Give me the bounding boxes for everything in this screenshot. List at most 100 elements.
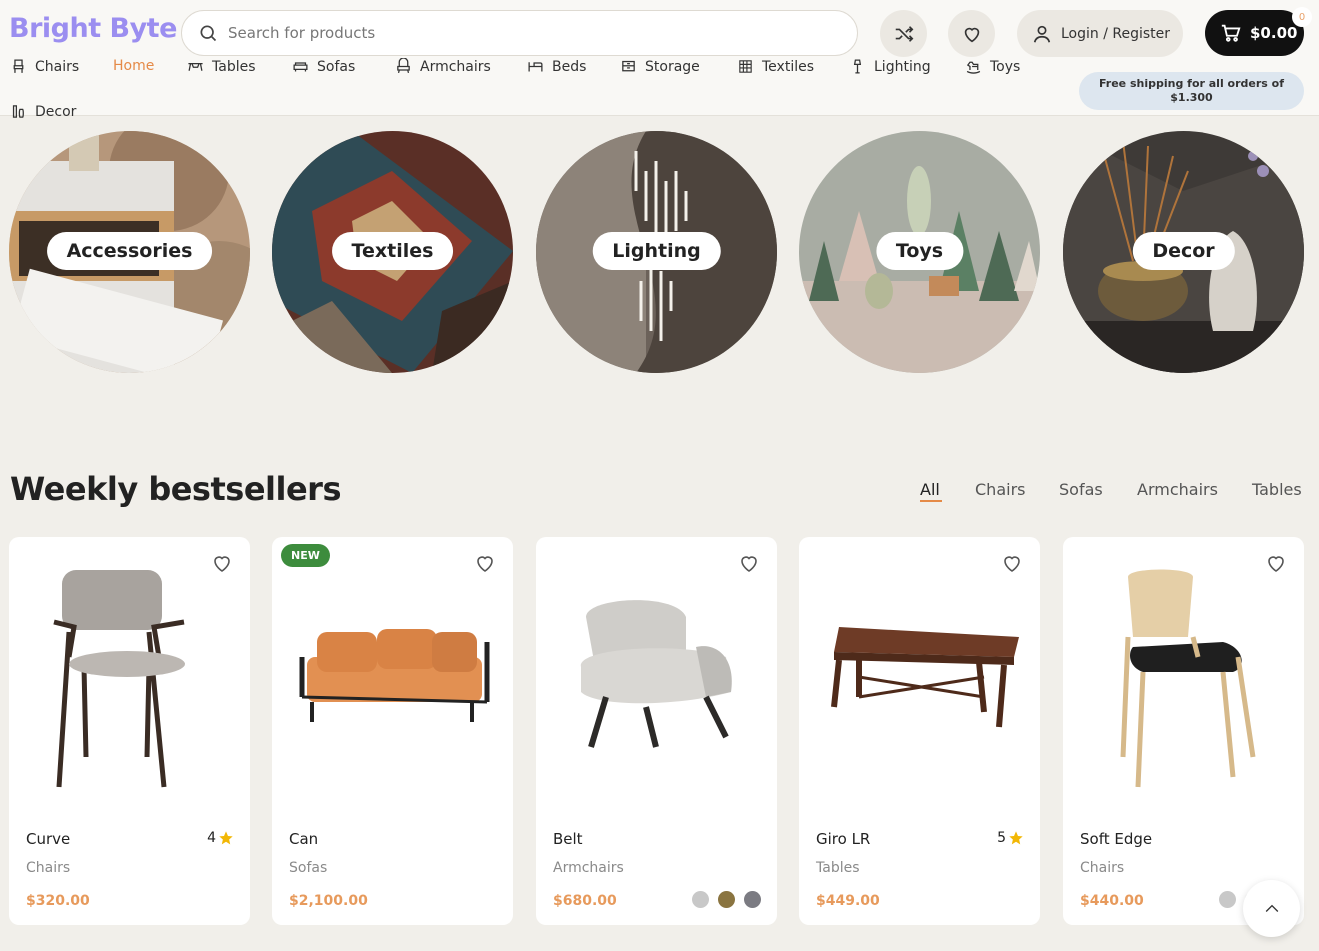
nav-item-storage[interactable]: Storage bbox=[620, 58, 700, 75]
category-label: Decor bbox=[1132, 232, 1235, 270]
product-name[interactable]: Can bbox=[289, 830, 318, 848]
sofa-icon bbox=[293, 62, 308, 72]
category-lighting[interactable]: Lighting bbox=[536, 131, 777, 373]
product-image bbox=[831, 627, 1019, 728]
product-category[interactable]: Chairs bbox=[1080, 860, 1124, 876]
product-price: $680.00 bbox=[553, 893, 617, 909]
nav-label: Home bbox=[113, 58, 155, 74]
product-card-can[interactable]: NEW Can Sofas $2,100.00 bbox=[272, 537, 513, 925]
rocking-horse-icon bbox=[966, 61, 981, 74]
chevron-up-icon bbox=[1265, 904, 1278, 912]
star-icon bbox=[219, 831, 233, 845]
heart-icon[interactable] bbox=[737, 551, 761, 575]
user-icon bbox=[1033, 25, 1051, 42]
category-toys[interactable]: Toys bbox=[799, 131, 1040, 373]
heart-icon[interactable] bbox=[473, 551, 497, 575]
nav-item-toys[interactable]: Toys bbox=[965, 58, 1020, 75]
nav-item-armchairs[interactable]: Armchairs bbox=[395, 58, 491, 75]
compare-button[interactable] bbox=[880, 10, 927, 57]
vase-icon bbox=[12, 105, 24, 118]
product-category[interactable]: Armchairs bbox=[553, 860, 624, 876]
cart-button[interactable]: $0.00 bbox=[1205, 10, 1304, 56]
product-category[interactable]: Chairs bbox=[26, 860, 70, 876]
product-name[interactable]: Giro LR bbox=[816, 830, 870, 848]
category-accessories[interactable]: Accessories bbox=[9, 131, 250, 373]
nav-item-lighting[interactable]: Lighting bbox=[849, 58, 931, 75]
textiles-icon bbox=[739, 60, 752, 73]
product-price: $440.00 bbox=[1080, 893, 1144, 909]
nav-label: Storage bbox=[645, 58, 700, 75]
product-card-belt[interactable]: Belt Armchairs $680.00 bbox=[536, 537, 777, 925]
product-name[interactable]: Belt bbox=[553, 830, 583, 848]
filter-tab-sofas[interactable]: Sofas bbox=[1059, 480, 1103, 499]
star-icon bbox=[1009, 831, 1023, 845]
site-header: Bright Byte Login / Register $0.00 0 Cha… bbox=[0, 0, 1319, 120]
section-title: Weekly bestsellers bbox=[10, 470, 341, 508]
product-card-giro-lr[interactable]: Giro LR 5 Tables $449.00 bbox=[799, 537, 1040, 925]
free-shipping-banner: Free shipping for all orders of $1.300 bbox=[1079, 72, 1304, 110]
nav-label: Tables bbox=[212, 58, 256, 75]
filter-tab-chairs[interactable]: Chairs bbox=[975, 480, 1025, 499]
nav-item-textiles[interactable]: Textiles bbox=[737, 58, 814, 75]
nav-label: Lighting bbox=[874, 58, 931, 75]
nav-label: Chairs bbox=[35, 58, 80, 75]
product-price: $449.00 bbox=[816, 893, 880, 909]
table-icon bbox=[188, 63, 203, 71]
search-bar[interactable] bbox=[181, 10, 858, 56]
product-card-curve[interactable]: Curve 4 Chairs $320.00 bbox=[9, 537, 250, 925]
lamp-icon bbox=[853, 59, 862, 74]
nav-item-decor[interactable]: Decor bbox=[10, 103, 76, 120]
active-filter-indicator bbox=[920, 500, 942, 502]
product-name[interactable]: Soft Edge bbox=[1080, 830, 1152, 848]
category-label: Textiles bbox=[331, 232, 454, 270]
filter-tab-tables[interactable]: Tables bbox=[1252, 480, 1302, 499]
filter-tab-armchairs[interactable]: Armchairs bbox=[1137, 480, 1218, 499]
product-price: $2,100.00 bbox=[289, 893, 368, 909]
heart-icon bbox=[964, 27, 979, 42]
product-category[interactable]: Tables bbox=[816, 860, 860, 876]
swatch-light-grey[interactable] bbox=[692, 891, 709, 908]
product-image bbox=[1120, 569, 1256, 788]
product-price: $320.00 bbox=[26, 893, 90, 909]
login-label: Login / Register bbox=[1061, 25, 1171, 42]
swatch-grey[interactable] bbox=[744, 891, 761, 908]
nav-item-beds[interactable]: Beds bbox=[527, 58, 586, 75]
category-label: Toys bbox=[875, 232, 964, 270]
nav-label: Decor bbox=[35, 103, 77, 120]
wishlist-button[interactable] bbox=[948, 10, 995, 57]
heart-icon[interactable] bbox=[210, 551, 234, 575]
nav-label: Beds bbox=[552, 58, 587, 75]
category-label: Lighting bbox=[592, 232, 721, 270]
swatch-light-grey[interactable] bbox=[1219, 891, 1236, 908]
chair-icon bbox=[13, 59, 24, 73]
nav-item-sofas[interactable]: Sofas bbox=[292, 58, 355, 75]
cart-count-badge: 0 bbox=[1292, 7, 1312, 27]
product-image bbox=[580, 600, 732, 748]
armchair-icon bbox=[397, 58, 410, 74]
cart-total: $0.00 bbox=[1250, 24, 1298, 42]
heart-icon[interactable] bbox=[1264, 551, 1288, 575]
product-image bbox=[53, 570, 185, 788]
product-card-soft-edge[interactable]: Soft Edge Chairs $440.00 bbox=[1063, 537, 1304, 925]
swatch-olive[interactable] bbox=[718, 891, 735, 908]
new-badge: NEW bbox=[281, 544, 330, 567]
scroll-to-top-button[interactable] bbox=[1243, 880, 1300, 937]
product-category[interactable]: Sofas bbox=[289, 860, 327, 876]
category-decor[interactable]: Decor bbox=[1063, 131, 1304, 373]
cart-icon bbox=[1221, 24, 1241, 42]
nav-item-home[interactable]: Home bbox=[113, 58, 154, 74]
brand-logo[interactable]: Bright Byte bbox=[9, 13, 177, 44]
login-register-button[interactable]: Login / Register bbox=[1017, 10, 1183, 57]
nav-label: Toys bbox=[990, 58, 1021, 75]
bed-icon bbox=[528, 62, 543, 72]
search-input[interactable] bbox=[228, 24, 828, 42]
nav-item-tables[interactable]: Tables bbox=[187, 58, 256, 75]
filter-tab-all[interactable]: All bbox=[920, 480, 940, 499]
product-name[interactable]: Curve bbox=[26, 830, 70, 848]
category-textiles[interactable]: Textiles bbox=[272, 131, 513, 373]
product-rating: 4 bbox=[207, 830, 234, 846]
nav-item-chairs[interactable]: Chairs bbox=[10, 58, 79, 75]
rating-value: 4 bbox=[207, 830, 216, 846]
heart-icon[interactable] bbox=[1000, 551, 1024, 575]
search-icon bbox=[200, 25, 217, 42]
